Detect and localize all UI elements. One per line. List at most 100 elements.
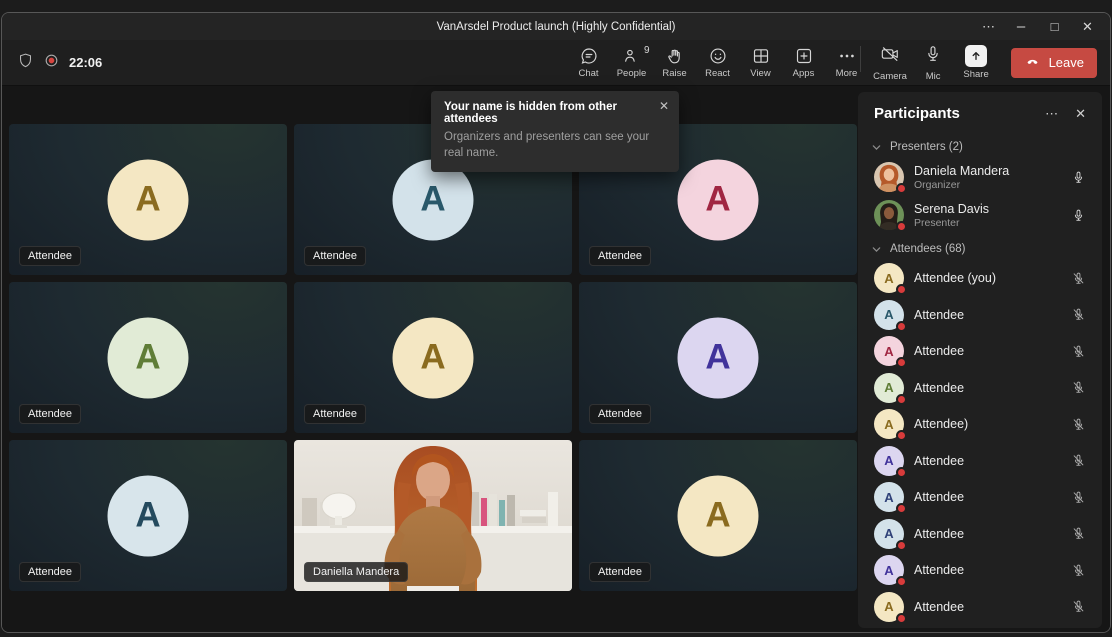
maximize-button[interactable]: □ <box>1038 13 1071 40</box>
video-tile[interactable]: A Attendee <box>294 282 572 433</box>
participant-role: Presenter <box>914 217 989 229</box>
shield-icon <box>17 52 34 74</box>
view-label: View <box>750 68 770 79</box>
presence-busy-dot <box>896 183 907 194</box>
presence-busy-dot <box>896 467 907 478</box>
participant-name: Attendee <box>914 381 964 395</box>
participant-row[interactable]: Serena Davis Presenter <box>858 196 1102 234</box>
tile-name-label: Attendee <box>19 246 81 266</box>
teams-meeting-window: VanArsdel Product launch (Highly Confide… <box>1 12 1111 633</box>
toast-close-icon[interactable]: ✕ <box>659 99 669 113</box>
attendees-section-header[interactable]: Attendees (68) <box>858 234 1102 260</box>
participant-name: Attendee <box>914 563 964 577</box>
avatar: A <box>874 519 904 549</box>
avatar: A <box>678 317 759 398</box>
toast-title: Your name is hidden from other attendees <box>444 101 653 125</box>
video-tile-camera-feed[interactable]: Daniella Mandera <box>294 440 572 591</box>
chat-button[interactable]: Chat <box>567 40 610 85</box>
window-more-button[interactable]: ⋯ <box>972 13 1005 40</box>
avatar: A <box>393 317 474 398</box>
mic-button[interactable]: Mic <box>912 44 955 82</box>
avatar: A <box>678 475 759 556</box>
video-tile[interactable]: A Attendee <box>9 282 287 433</box>
view-button[interactable]: View <box>739 40 782 85</box>
avatar: A <box>874 373 904 403</box>
tile-name-label: Attendee <box>304 246 366 266</box>
avatar: A <box>874 336 904 366</box>
meeting-status-group: 22:06 <box>17 40 102 85</box>
participant-role: Organizer <box>914 179 1009 191</box>
participant-row[interactable]: A Attendee <box>858 479 1102 516</box>
participants-more-icon[interactable]: ⋯ <box>1045 106 1058 122</box>
mic-off-icon <box>1071 417 1086 432</box>
raise-hand-label: Raise <box>662 68 686 79</box>
mic-off-icon <box>1071 344 1086 359</box>
meeting-stage: A Attendee A Attendee A Attendee A Atten… <box>2 86 1110 632</box>
presence-busy-dot <box>896 357 907 368</box>
share-button[interactable]: Share <box>955 45 998 80</box>
apps-button[interactable]: Apps <box>782 40 825 85</box>
participant-row[interactable]: A Attendee <box>858 297 1102 334</box>
camera-button[interactable]: Camera <box>869 44 912 82</box>
more-label: More <box>836 68 858 79</box>
tile-name-label: Attendee <box>304 404 366 424</box>
raise-hand-button[interactable]: Raise <box>653 40 696 85</box>
participant-name: Attendee <box>914 454 964 468</box>
mic-on-icon[interactable] <box>1071 208 1086 223</box>
minimize-button[interactable]: – <box>1005 13 1038 40</box>
presence-busy-dot <box>896 221 907 232</box>
presenters-section-header[interactable]: Presenters (2) <box>858 132 1102 158</box>
mic-label: Mic <box>926 71 941 82</box>
leave-label: Leave <box>1049 55 1084 70</box>
chevron-down-icon <box>872 143 881 152</box>
mic-off-icon <box>1071 599 1086 614</box>
toolbar-buttons: Chat 9 People Raise React <box>567 40 868 85</box>
react-button[interactable]: React <box>696 40 739 85</box>
mic-off-icon <box>1071 490 1086 505</box>
participant-name: Serena Davis <box>914 202 989 216</box>
video-tile[interactable]: A Attendee <box>579 440 857 591</box>
mic-icon <box>923 44 943 69</box>
participants-header: Participants ⋯ ✕ <box>858 92 1102 132</box>
react-label: React <box>705 68 730 79</box>
mic-on-icon[interactable] <box>1071 170 1086 185</box>
participant-name: Attendee (you) <box>914 271 996 285</box>
tile-name-label: Daniella Mandera <box>304 562 408 582</box>
raise-hand-icon <box>665 46 685 66</box>
participant-row[interactable]: A Attendee <box>858 443 1102 480</box>
mic-off-icon <box>1071 380 1086 395</box>
participant-name: Attendee) <box>914 417 968 431</box>
tile-name-label: Attendee <box>19 404 81 424</box>
tile-name-label: Attendee <box>589 404 651 424</box>
participants-close-icon[interactable]: ✕ <box>1075 106 1086 122</box>
participant-row[interactable]: A Attendee <box>858 516 1102 553</box>
mic-off-icon <box>1071 453 1086 468</box>
avatar: A <box>874 446 904 476</box>
share-label: Share <box>963 69 988 80</box>
participant-row[interactable]: A Attendee <box>858 370 1102 407</box>
video-tile[interactable]: A Attendee <box>9 440 287 591</box>
presence-busy-dot <box>896 321 907 332</box>
chat-label: Chat <box>578 68 598 79</box>
participant-row[interactable]: A Attendee) <box>858 406 1102 443</box>
leave-button[interactable]: Leave <box>1011 48 1097 78</box>
participant-row[interactable]: A Attendee (you) <box>858 260 1102 297</box>
participant-row[interactable]: A Attendee <box>858 333 1102 370</box>
participant-row[interactable]: Daniela Mandera Organizer <box>858 158 1102 196</box>
react-smiley-icon <box>708 46 728 66</box>
presenters-section-label: Presenters (2) <box>890 141 963 153</box>
people-button[interactable]: 9 People <box>610 40 653 85</box>
window-title: VanArsdel Product launch (Highly Confide… <box>437 21 676 33</box>
close-button[interactable]: ✕ <box>1071 13 1104 40</box>
participant-row[interactable]: A Attendee <box>858 552 1102 589</box>
toolbar-divider <box>860 46 861 72</box>
video-tile[interactable]: A Attendee <box>9 124 287 275</box>
meeting-toolbar: 22:06 Chat 9 People Raise <box>2 40 1110 86</box>
presence-busy-dot <box>896 284 907 295</box>
camera-off-icon <box>879 44 901 69</box>
participant-row[interactable]: A Attendee <box>858 589 1102 626</box>
video-grid: A Attendee A Attendee A Attendee A Atten… <box>9 124 857 591</box>
presence-busy-dot <box>896 503 907 514</box>
video-tile[interactable]: A Attendee <box>579 282 857 433</box>
people-count-badge: 9 <box>644 45 650 56</box>
